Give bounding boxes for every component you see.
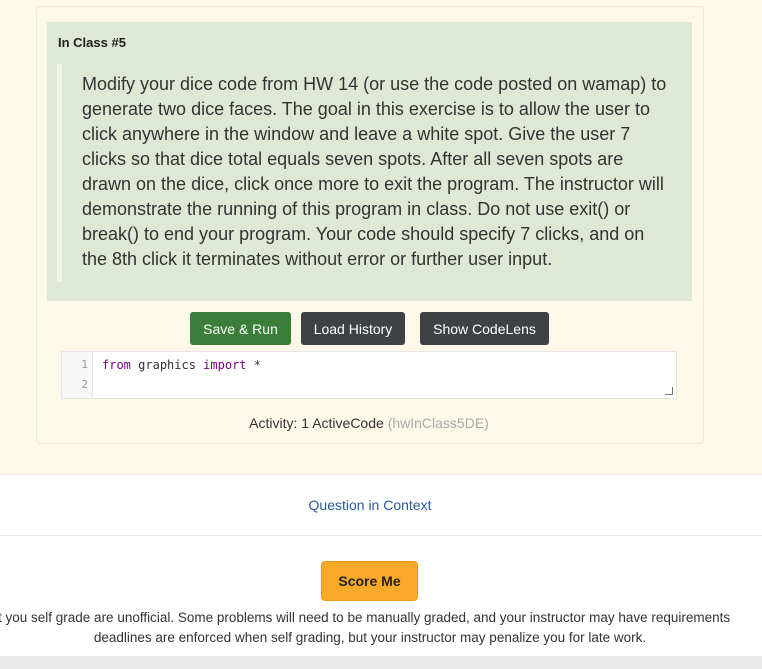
line-number: 1 <box>81 358 88 371</box>
divider <box>0 535 762 536</box>
line-number-gutter: 1 2 <box>62 352 93 398</box>
resize-handle-icon[interactable] <box>665 387 673 395</box>
code-line-1[interactable]: from graphics import * <box>102 358 261 372</box>
show-codelens-button[interactable]: Show CodeLens <box>420 312 549 345</box>
code-editor[interactable]: 1 2 from graphics import * <box>61 351 677 399</box>
score-me-button[interactable]: Score Me <box>321 561 418 601</box>
line-number: 2 <box>81 378 88 391</box>
code-keyword: from <box>102 358 131 372</box>
divider <box>0 474 762 475</box>
code-keyword: import <box>203 358 247 372</box>
code-star: * <box>253 358 261 372</box>
activity-label: Activity: 1 ActiveCode (hwInClass5DE) <box>0 415 738 431</box>
load-history-button[interactable]: Load History <box>301 312 405 345</box>
question-in-context-link[interactable]: Question in Context <box>0 497 740 513</box>
grading-note-line1: t you self grade are unofficial. Some pr… <box>0 610 731 625</box>
code-module: graphics <box>138 358 196 372</box>
activity-id: (hwInClass5DE) <box>387 415 489 431</box>
grading-note-line2: deadlines are enforced when self grading… <box>93 630 647 645</box>
activity-text: Activity: 1 ActiveCode <box>249 415 384 431</box>
question-title: In Class #5 <box>58 35 126 50</box>
footer-bar <box>0 656 762 669</box>
blockquote-bar <box>57 64 62 282</box>
question-body: Modify your dice code from HW 14 (or use… <box>82 74 667 269</box>
save-run-button[interactable]: Save & Run <box>190 312 291 345</box>
